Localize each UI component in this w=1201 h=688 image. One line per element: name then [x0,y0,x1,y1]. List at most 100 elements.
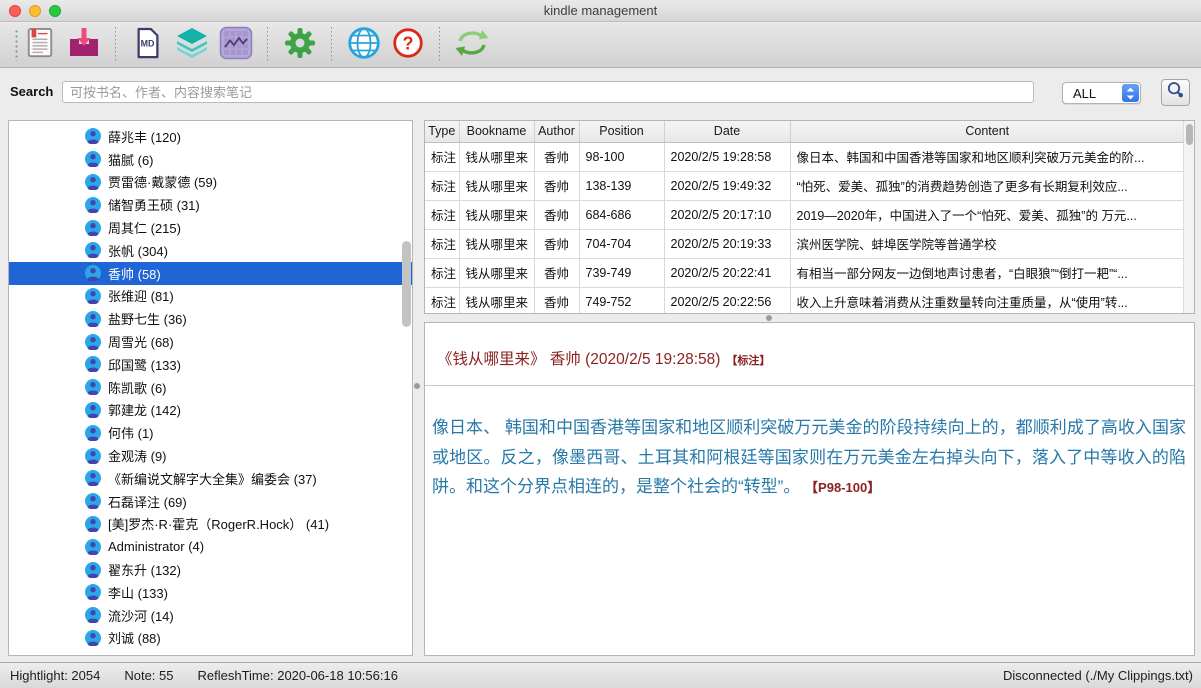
author-list-item[interactable]: 猫腻 (6) [9,148,412,171]
help-button[interactable]: ? [386,25,430,65]
horizontal-splitter-handle[interactable] [766,315,772,321]
author-list-item[interactable]: 李山 (133) [9,581,412,604]
author-list-item[interactable]: 储智勇王硕 (31) [9,193,412,216]
search-button[interactable] [1161,79,1190,106]
column-header-position[interactable]: Position [579,121,664,142]
column-header-date[interactable]: Date [664,121,790,142]
clipping-row[interactable]: 标注钱从哪里来香帅 98-1002020/2/5 19:28:58像日本、韩国和… [425,142,1184,171]
status-note-count: Note: 55 [124,668,173,683]
clipping-row[interactable]: 标注钱从哪里来香帅 749-7522020/2/5 20:22:56收入上升意味… [425,287,1184,314]
clipping-row[interactable]: 标注钱从哪里来香帅 684-6862020/2/5 20:17:102019—2… [425,200,1184,229]
detail-type-tag: 【标注】 [726,355,770,367]
person-icon [85,151,101,167]
author-list-item[interactable]: 流沙河 (14) [9,604,412,627]
author-list-item[interactable]: 郭建龙 (142) [9,399,412,422]
person-icon [85,334,101,350]
close-window-button[interactable] [9,5,21,17]
clipping-row[interactable]: 标注钱从哪里来香帅 704-7042020/2/5 20:19:33滨州医学院、… [425,229,1184,258]
author-list-item[interactable]: 盐野七生 (36) [9,307,412,330]
detail-body: 像日本、 韩国和中国香港等国家和地区顺利突破万元美金的阶段持续向上的，都顺利成了… [432,413,1186,503]
author-list-item[interactable]: 香帅 (58) [9,262,412,285]
filter-dropdown[interactable]: ALL [1062,82,1141,104]
column-header-content[interactable]: Content [790,121,1184,142]
import-button[interactable] [62,25,106,65]
refresh-button[interactable] [450,25,494,65]
toolbar-separator [115,27,117,63]
author-label: 翟东升 (132) [108,560,181,579]
person-icon [85,220,101,236]
table-scrollbar-thumb[interactable] [1186,124,1193,145]
settings-button[interactable] [278,25,322,65]
status-bar: Hightlight: 2054 Note: 55 RefleshTime: 2… [0,662,1201,688]
author-label: 《新编说文解字大全集》编委会 (37) [108,469,317,488]
magnifier-icon [1166,81,1185,105]
clipping-row[interactable]: 标注钱从哪里来香帅 138-1392020/2/5 19:49:32“怕死、爱美… [425,171,1184,200]
author-list-item[interactable]: 陈凯歌 (6) [9,376,412,399]
layers-button[interactable] [170,25,214,65]
markdown-file-icon: MD [133,26,163,65]
window-title: kindle management [0,0,1201,21]
language-button[interactable] [342,25,386,65]
search-label: Search [10,84,53,99]
app-window: kindle management [0,0,1201,688]
author-label: 储智勇王硕 (31) [108,195,200,214]
markdown-export-button[interactable]: MD [126,25,170,65]
author-list-item[interactable]: 周雪光 (68) [9,330,412,353]
author-list-item[interactable]: 邱国鹭 (133) [9,353,412,376]
person-icon [85,493,101,509]
author-list-item[interactable]: 周其仁 (215) [9,216,412,239]
author-label: 流沙河 (14) [108,606,174,625]
author-label: 刘诚 (88) [108,628,161,647]
search-input[interactable] [62,81,1034,103]
person-icon [85,242,101,258]
person-icon [85,288,101,304]
author-label: [美]罗杰·R·霍克（RogerR.Hock） (41) [108,514,329,533]
author-label: 邱国鹭 (133) [108,355,181,374]
filter-dropdown-value: ALL [1073,86,1096,101]
detail-position-ref: 【P98-100】 [805,480,880,495]
layers-icon [175,27,209,64]
column-header-type[interactable]: Type [425,121,459,142]
clippings-tbody: 标注钱从哪里来香帅 98-1002020/2/5 19:28:58像日本、韩国和… [425,142,1184,314]
person-icon [85,311,101,327]
author-list-item[interactable]: 石磊译注 (69) [9,490,412,513]
notes-icon [25,26,55,65]
author-list: 薛兆丰 (120) 猫腻 (6) 贾雷德·戴蒙德 (59) [9,121,412,649]
svg-text:MD: MD [141,38,155,48]
author-label: 猫腻 (6) [108,150,154,169]
person-icon [85,584,101,600]
author-list-item[interactable]: 《新编说文解字大全集》编委会 (37) [9,467,412,490]
minimize-window-button[interactable] [29,5,41,17]
status-highlight-count: Hightlight: 2054 [10,668,100,683]
toolbar-separator [439,27,441,63]
vertical-splitter-handle[interactable] [414,383,420,389]
author-label: 郭建龙 (142) [108,400,181,419]
help-icon: ? [392,27,424,64]
person-icon [85,265,101,281]
statistics-button[interactable] [214,25,258,65]
notes-button[interactable] [18,25,62,65]
person-icon [85,516,101,532]
author-list-item[interactable]: Administrator (4) [9,535,412,558]
author-list-item[interactable]: 张帆 (304) [9,239,412,262]
table-scrollbar-track[interactable] [1183,121,1194,313]
author-list-item[interactable]: 金观涛 (9) [9,444,412,467]
author-list-item[interactable]: 翟东升 (132) [9,558,412,581]
dropdown-stepper-icon [1122,84,1139,102]
sidebar-scrollbar-thumb[interactable] [402,241,411,327]
column-header-author[interactable]: Author [534,121,579,142]
author-list-item[interactable]: 何伟 (1) [9,421,412,444]
author-label: 陈凯歌 (6) [108,378,167,397]
author-label: 金观涛 (9) [108,446,167,465]
author-list-item[interactable]: [美]罗杰·R·霍克（RogerR.Hock） (41) [9,513,412,536]
author-label: 盐野七生 (36) [108,309,187,328]
clipping-row[interactable]: 标注钱从哪里来香帅 739-7492020/2/5 20:22:41有相当一部分… [425,258,1184,287]
author-label: 周雪光 (68) [108,332,174,351]
author-list-item[interactable]: 贾雷德·戴蒙德 (59) [9,171,412,194]
column-header-bookname[interactable]: Bookname [459,121,534,142]
author-list-item[interactable]: 张维迎 (81) [9,285,412,308]
author-list-item[interactable]: 刘诚 (88) [9,627,412,650]
globe-icon [347,26,381,65]
zoom-window-button[interactable] [49,5,61,17]
author-list-item[interactable]: 薛兆丰 (120) [9,125,412,148]
